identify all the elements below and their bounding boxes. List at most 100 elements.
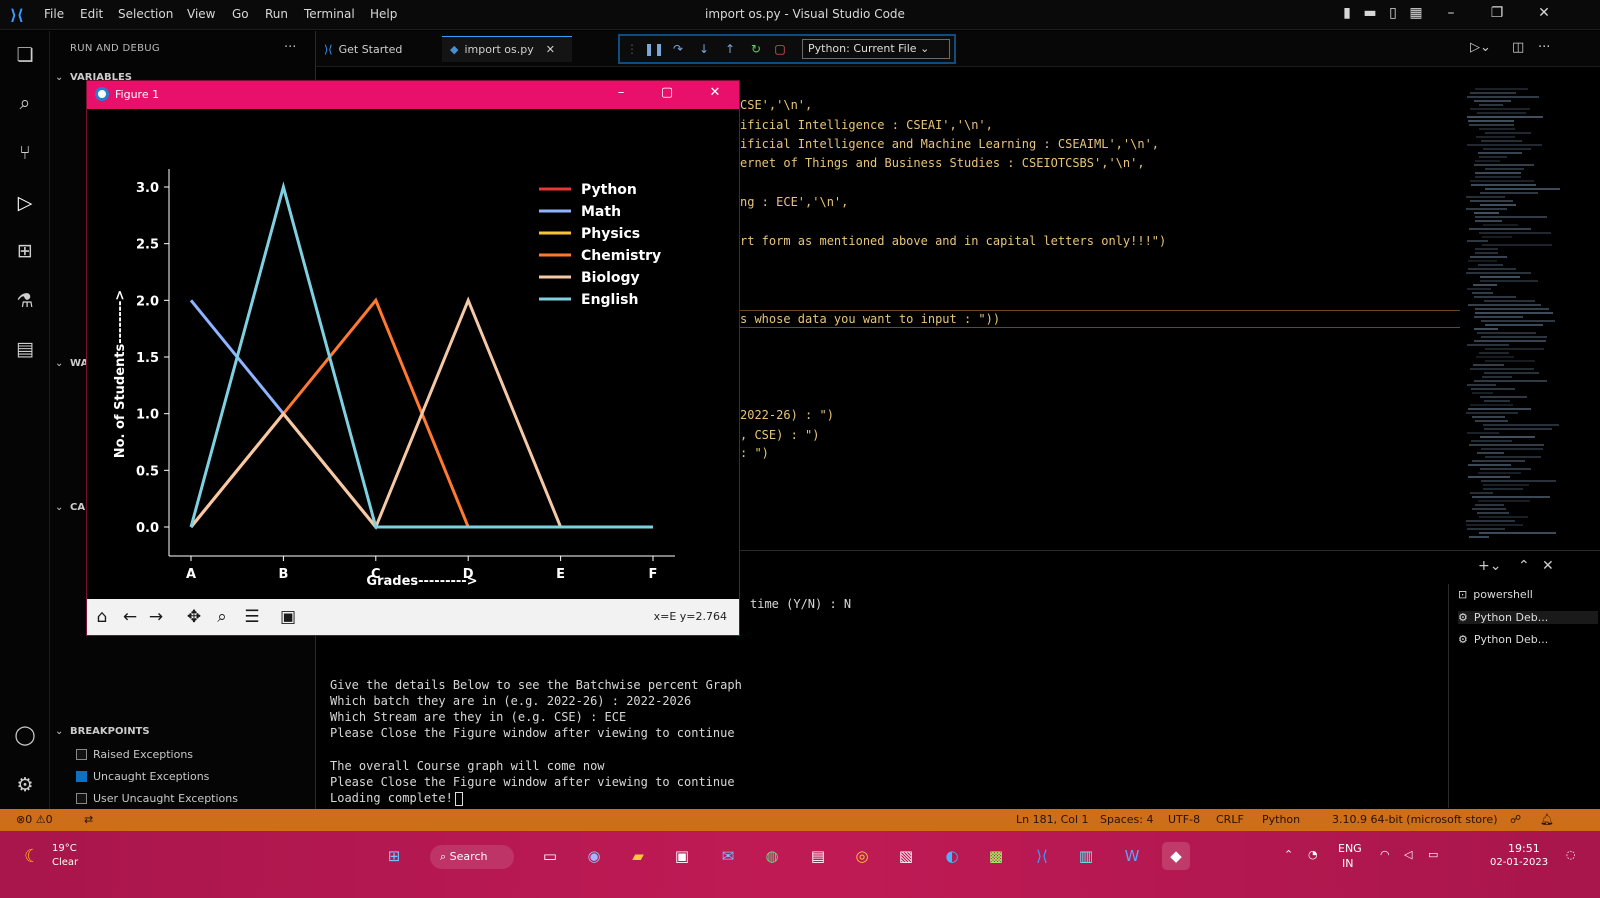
breakpoint-uncaught-exceptions[interactable]: Uncaught Exceptions — [76, 768, 209, 784]
restart-icon[interactable]: ↻ — [748, 42, 764, 58]
back-arrow-icon[interactable]: ← — [119, 607, 141, 627]
step-out-icon[interactable]: ↑ — [722, 42, 738, 58]
figure-window[interactable]: Figure 1 – ▢ ✕ 0.0 0.5 1.0 1.5 2.0 2.5 3.0 A B C D… — [86, 80, 740, 636]
input-language[interactable]: ENG — [1338, 842, 1362, 855]
weather-temperature[interactable]: 19°C — [52, 843, 77, 854]
minimap[interactable] — [1466, 88, 1566, 548]
python-interpreter[interactable]: 3.10.9 64-bit (microsoft store) — [1332, 813, 1497, 826]
run-file-icon[interactable]: ▷⌄ — [1470, 40, 1491, 55]
section-call-stack[interactable]: CA — [70, 502, 85, 513]
search-icon[interactable]: ⌕ — [12, 90, 38, 116]
tab-close-icon[interactable]: ✕ — [546, 43, 555, 56]
notifications-bell-icon[interactable]: 🔔︎ — [1540, 813, 1554, 826]
clock-date[interactable]: 02-01-2023 — [1490, 857, 1548, 868]
line-chart[interactable]: 0.00.51.01.52.02.53.0A B C D E F PythonMathPh… — [87, 109, 739, 599]
vscode-taskbar-icon[interactable]: ⟩⟨ — [1028, 842, 1056, 870]
accounts-icon[interactable]: ◯ — [12, 722, 38, 748]
terminal-session-python-debug[interactable]: ⚙ Python Deb... — [1458, 611, 1598, 624]
taskbar-search[interactable]: ⌕ Search — [430, 845, 514, 869]
show-hidden-icons-chevron-icon[interactable]: ⌃ — [1284, 848, 1293, 861]
terminal-session-powershell[interactable]: ⊡ powershell — [1458, 588, 1533, 601]
mail-icon[interactable]: ✉ — [714, 842, 742, 870]
tab-get-started[interactable]: ⟩⟨ Get Started — [316, 36, 436, 62]
checkbox[interactable] — [76, 748, 87, 760]
figure-maximize-icon[interactable]: ▢ — [657, 85, 677, 100]
save-figure-icon[interactable]: ▣ — [277, 607, 299, 627]
stop-icon[interactable]: ▢ — [772, 42, 788, 58]
feedback-icon[interactable]: ☍ — [1510, 813, 1521, 826]
checkbox[interactable] — [76, 792, 87, 804]
terminal-session-python-debug[interactable]: ⚙ Python Deb... — [1458, 633, 1548, 646]
forward-arrow-icon[interactable]: → — [145, 607, 167, 627]
step-into-icon[interactable]: ↓ — [696, 42, 712, 58]
more-actions-icon[interactable]: ··· — [284, 40, 296, 55]
word-icon[interactable]: W — [1118, 842, 1146, 870]
notification-center-icon[interactable]: ◌ — [1566, 848, 1576, 861]
figure-close-icon[interactable]: ✕ — [705, 85, 725, 100]
breakpoint-user-uncaught-exceptions[interactable]: User Uncaught Exceptions — [76, 790, 238, 806]
maximize-panel-icon[interactable]: ⌃ — [1518, 558, 1530, 574]
chrome-icon[interactable]: ◎ — [848, 842, 876, 870]
checkbox-checked[interactable] — [76, 770, 87, 782]
split-editor-icon[interactable]: ◫ — [1512, 40, 1524, 55]
extensions-icon[interactable]: ⊞ — [12, 238, 38, 264]
explorer-icon[interactable]: ❏ — [12, 42, 38, 68]
indentation[interactable]: Spaces: 4 — [1100, 813, 1153, 826]
pycharm-icon[interactable]: ▩ — [982, 842, 1010, 870]
tray-app-icon[interactable]: ◔ — [1308, 848, 1318, 861]
volume-icon[interactable]: ◁ — [1404, 848, 1412, 861]
menu-help[interactable]: Help — [370, 7, 397, 21]
chevron-down-icon[interactable]: ⌄ — [55, 72, 63, 83]
tab-import-os-py[interactable]: ◆ import os.py ✕ — [442, 36, 572, 62]
live-share-icon[interactable]: ⇄ — [84, 813, 93, 826]
encoding[interactable]: UTF-8 — [1168, 813, 1200, 826]
figure-title-bar[interactable]: Figure 1 – ▢ ✕ — [87, 81, 739, 109]
menu-selection[interactable]: Selection — [118, 7, 173, 21]
close-panel-icon[interactable]: ✕ — [1542, 558, 1554, 574]
step-over-icon[interactable]: ↷ — [670, 42, 686, 58]
home-icon[interactable]: ⌂ — [91, 607, 113, 627]
toggle-secondary-sidebar-icon[interactable]: ▯ — [1382, 5, 1404, 25]
toggle-sidebar-icon[interactable]: ▮ — [1336, 5, 1358, 25]
menu-terminal[interactable]: Terminal — [304, 7, 355, 21]
teams-chat-icon[interactable]: ◉ — [580, 842, 608, 870]
document-app-icon[interactable]: ▧ — [892, 842, 920, 870]
menu-go[interactable]: Go — [232, 7, 249, 21]
windows-start-icon[interactable]: ⊞ — [380, 842, 408, 870]
minimize-icon[interactable]: – — [1440, 5, 1462, 25]
run-debug-icon[interactable]: ▷ — [12, 190, 38, 216]
close-icon[interactable]: ✕ — [1533, 5, 1555, 25]
menu-file[interactable]: File — [44, 7, 64, 21]
section-breakpoints[interactable]: BREAKPOINTS — [70, 726, 150, 737]
chevron-down-icon[interactable]: ⌄ — [55, 358, 63, 369]
clock-time[interactable]: 19:51 — [1508, 842, 1540, 855]
task-view-icon[interactable]: ▭ — [536, 842, 564, 870]
pan-icon[interactable]: ✥ — [183, 607, 205, 627]
input-region[interactable]: IN — [1342, 857, 1353, 870]
weather-description[interactable]: Clear — [52, 857, 78, 868]
wifi-icon[interactable]: ◠ — [1380, 848, 1390, 861]
chevron-down-icon[interactable]: ⌄ — [55, 726, 63, 737]
battery-icon[interactable]: ▭ — [1428, 848, 1438, 861]
figure-minimize-icon[interactable]: – — [611, 85, 631, 100]
remote-explorer-icon[interactable]: ▤ — [12, 336, 38, 362]
language-mode[interactable]: Python — [1262, 813, 1300, 826]
store-icon[interactable]: ▣ — [668, 842, 696, 870]
breakpoint-raised-exceptions[interactable]: Raised Exceptions — [76, 746, 193, 762]
new-terminal-icon[interactable]: +⌄ — [1478, 558, 1501, 574]
maximize-icon[interactable]: ❐ — [1486, 5, 1508, 25]
menu-edit[interactable]: Edit — [80, 7, 103, 21]
testing-icon[interactable]: ⚗ — [12, 288, 38, 314]
more-actions-icon[interactable]: ··· — [1538, 40, 1550, 55]
customize-layout-icon[interactable]: ▦ — [1405, 5, 1427, 25]
edge-icon[interactable]: ◐ — [938, 842, 966, 870]
zoom-icon[interactable]: ⌕ — [211, 607, 233, 627]
drag-handle-icon[interactable]: ⋮ — [624, 42, 640, 58]
moon-weather-icon[interactable]: ☾ — [24, 846, 40, 867]
menu-view[interactable]: View — [187, 7, 215, 21]
whatsapp-icon[interactable]: ◍ — [758, 842, 786, 870]
notepad-icon[interactable]: ▥ — [1072, 842, 1100, 870]
file-explorer-icon[interactable]: ▰ — [624, 842, 652, 870]
problems-indicator[interactable]: ⊗0 ⚠0 — [16, 813, 53, 826]
settings-gear-icon[interactable]: ⚙ — [12, 772, 38, 798]
